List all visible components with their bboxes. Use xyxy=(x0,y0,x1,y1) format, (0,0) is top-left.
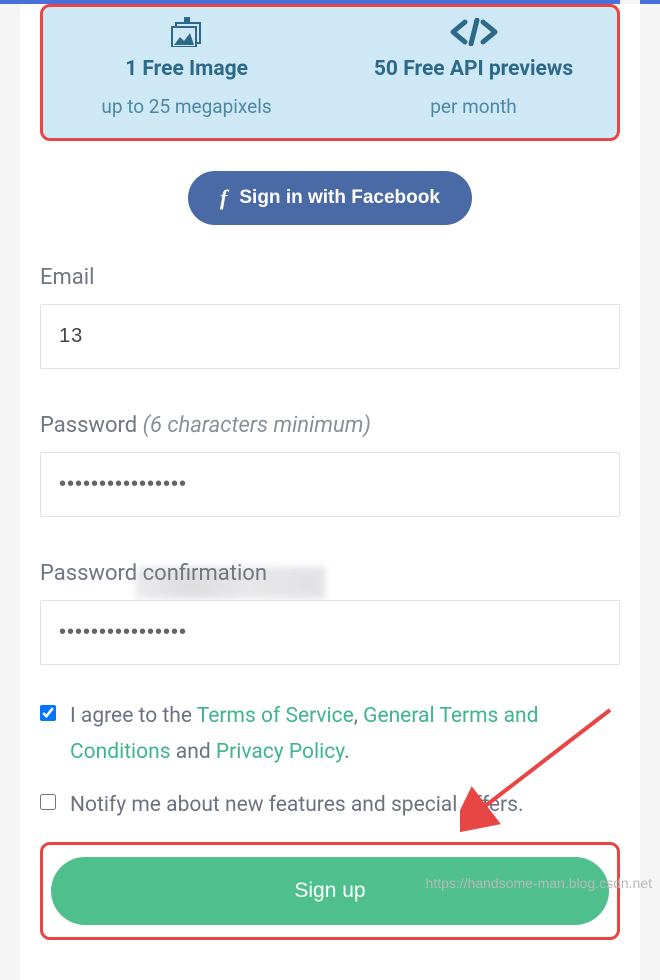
image-stack-icon xyxy=(43,17,330,47)
promo-left-title: 1 Free Image xyxy=(43,57,330,81)
agree-sep1: , xyxy=(354,704,363,728)
confirm-group: Password confirmation xyxy=(40,561,620,699)
agree-suffix: . xyxy=(344,740,350,764)
signup-button-label: Sign up xyxy=(294,879,365,902)
signup-highlight-box: Sign up xyxy=(40,842,620,940)
agree-label: I agree to the Terms of Service, General… xyxy=(70,699,620,770)
email-group: Email xyxy=(40,265,620,413)
confirm-password-field[interactable] xyxy=(40,600,620,665)
password-group: Password (6 characters minimum) xyxy=(40,413,620,561)
notify-checkbox[interactable] xyxy=(40,794,56,810)
promo-api-previews: 50 Free API previews per month xyxy=(330,17,617,118)
password-field[interactable] xyxy=(40,452,620,517)
notify-label: Notify me about new features and special… xyxy=(70,788,524,824)
agree-checkbox[interactable] xyxy=(40,705,56,721)
tos-link[interactable]: Terms of Service xyxy=(197,704,354,728)
password-label-text: Password xyxy=(40,413,143,438)
promo-free-image: 1 Free Image up to 25 megapixels xyxy=(43,17,330,118)
notify-row: Notify me about new features and special… xyxy=(40,788,620,824)
signup-button[interactable]: Sign up xyxy=(51,857,609,925)
promo-right-title: 50 Free API previews xyxy=(330,57,617,81)
agree-sep2: and xyxy=(171,740,216,764)
code-icon xyxy=(330,17,617,47)
signup-form-container: 1 Free Image up to 25 megapixels 50 Free… xyxy=(20,4,640,980)
password-hint: (6 characters minimum) xyxy=(143,413,371,438)
watermark: https://handsome-man.blog.csdn.net xyxy=(426,875,652,891)
facebook-signin-button[interactable]: f Sign in with Facebook xyxy=(188,171,472,225)
agree-prefix: I agree to the xyxy=(70,704,197,728)
promo-right-subtitle: per month xyxy=(330,95,617,118)
facebook-button-label: Sign in with Facebook xyxy=(239,187,440,209)
agree-row: I agree to the Terms of Service, General… xyxy=(40,699,620,770)
top-accent-gap xyxy=(620,0,640,4)
privacy-link[interactable]: Privacy Policy xyxy=(216,740,344,764)
email-label: Email xyxy=(40,265,620,290)
promo-box: 1 Free Image up to 25 megapixels 50 Free… xyxy=(40,4,620,141)
confirm-label: Password confirmation xyxy=(40,561,620,586)
facebook-icon: f xyxy=(220,185,227,211)
password-label: Password (6 characters minimum) xyxy=(40,413,620,438)
promo-left-subtitle: up to 25 megapixels xyxy=(43,95,330,118)
email-field[interactable] xyxy=(40,304,620,369)
